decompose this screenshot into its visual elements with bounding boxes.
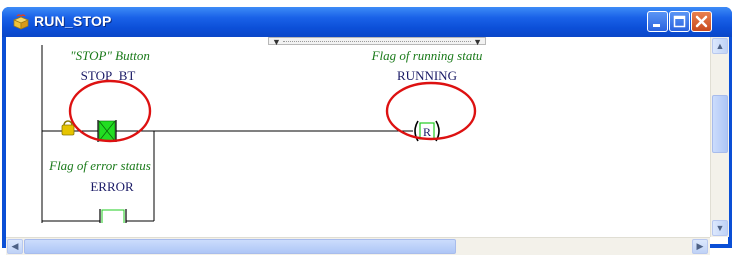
vertical-scrollbar[interactable]: ▲ ▼: [710, 37, 729, 237]
close-button[interactable]: [691, 11, 712, 32]
minimize-button[interactable]: [647, 11, 668, 32]
scroll-left-button[interactable]: ◀: [7, 239, 23, 254]
contact-error[interactable]: [99, 209, 127, 223]
chevron-up-icon: ▲: [715, 41, 725, 51]
pane-splitter[interactable]: ▼ ▼: [268, 37, 486, 47]
maximize-icon: [673, 15, 686, 28]
splitter-grip: [283, 41, 471, 42]
coil-variable-running: RUNNING: [397, 68, 457, 83]
scroll-right-button[interactable]: ▶: [692, 239, 708, 254]
contact-variable-error: ERROR: [90, 179, 134, 194]
editor-area: ▼ ▼ "STOP" Button STOP_BT Flag of runnin…: [6, 37, 729, 255]
horizontal-scroll-thumb[interactable]: [24, 239, 456, 254]
scroll-down-button[interactable]: ▼: [712, 220, 728, 236]
contact-stop-bt[interactable]: [97, 120, 117, 142]
coil-comment-running: Flag of running statu: [371, 48, 483, 63]
window-title: RUN_STOP: [34, 13, 112, 29]
vertical-scroll-thumb[interactable]: [712, 95, 728, 153]
close-icon: [695, 15, 708, 28]
horizontal-scrollbar[interactable]: ◀ ▶: [6, 237, 710, 255]
chevron-down-icon: ▼: [715, 223, 725, 233]
title-bar[interactable]: RUN_STOP: [2, 7, 732, 37]
package-icon: [13, 14, 29, 30]
minimize-icon: [653, 24, 660, 27]
maximize-button[interactable]: [669, 11, 690, 32]
contact-comment-error: Flag of error status: [48, 158, 151, 173]
coil-type-label: R: [423, 125, 431, 139]
scroll-up-button[interactable]: ▲: [712, 38, 728, 54]
window: RUN_STOP ▼ ▼ "STOP" Button STOP_BT Flag …: [2, 7, 732, 255]
contact-comment-stop: "STOP" Button: [70, 48, 150, 63]
ladder-diagram[interactable]: "STOP" Button STOP_BT Flag of running st…: [6, 45, 706, 223]
